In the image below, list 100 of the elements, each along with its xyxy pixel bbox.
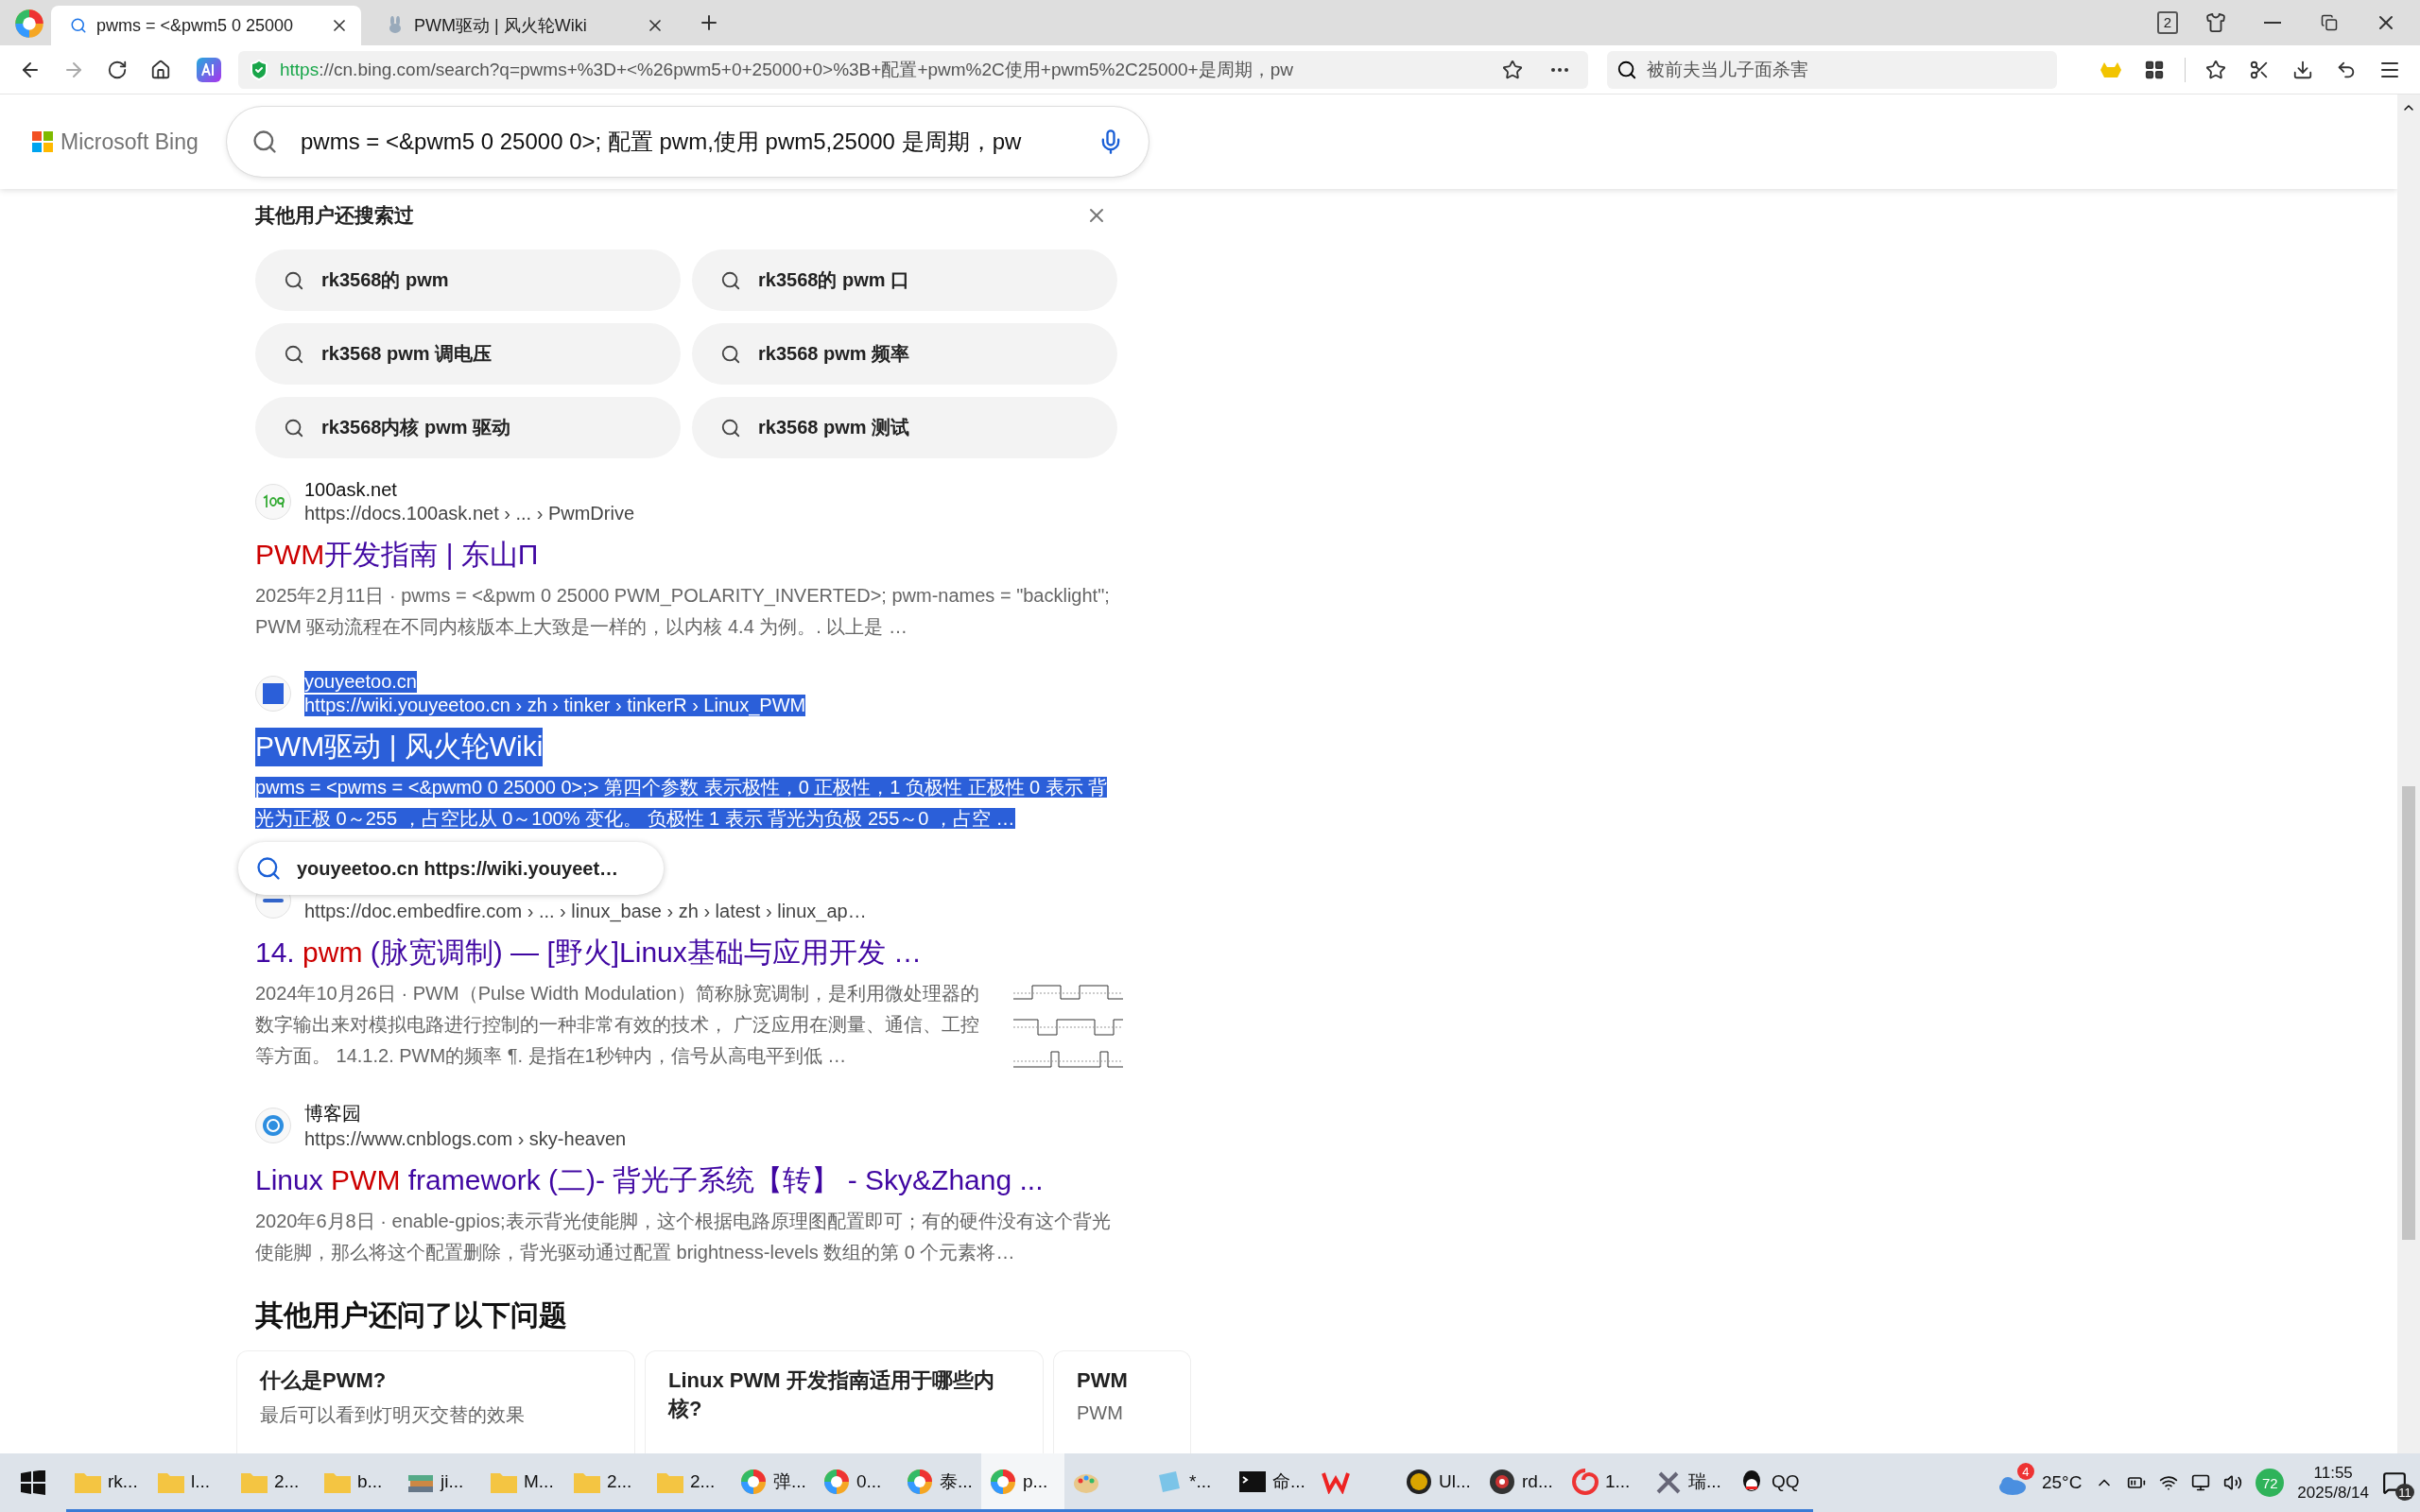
search-tooltip[interactable]: youyeetoo.cn https://wiki.youyeet…	[238, 842, 664, 895]
windows-logo-icon	[32, 131, 53, 152]
editor-icon	[1405, 1467, 1433, 1496]
tab-title: pwms = <&pwm5 0 25000	[96, 15, 295, 36]
taskbar-app[interactable]: 2...	[648, 1453, 732, 1512]
logo-icon	[263, 683, 284, 704]
taskbar-app[interactable]: QQ	[1730, 1453, 1813, 1512]
browser-tab[interactable]: pwms = <&pwm5 0 25000	[51, 6, 361, 45]
download-icon	[2292, 59, 2313, 80]
related-search-chip[interactable]: rk3568的 pwm 口	[692, 249, 1117, 311]
question-text: Linux PWM 开发指南适用于哪些内核?	[668, 1367, 995, 1422]
clock[interactable]: 11:55 2025/8/14	[2297, 1463, 2369, 1503]
tab-count[interactable]: 2	[2156, 11, 2178, 34]
taskbar-app[interactable]: M...	[482, 1453, 565, 1512]
shirt-icon	[2205, 12, 2226, 33]
browser-icon	[989, 1467, 1017, 1496]
logo-icon	[262, 494, 285, 509]
search-input[interactable]: 被前夫当儿子面杀害	[1645, 58, 2048, 81]
tab-title: PWM驱动 | 风火轮Wiki	[414, 15, 588, 37]
ai-icon	[201, 62, 216, 77]
result-url: https://doc.embedfire.com › ... › linux_base › zh › latest › linux_ap…	[304, 901, 867, 922]
section-title: 其他用户还问了以下问题	[255, 1298, 568, 1332]
result-snippet: 2025年2月11日 · pwms = <&pwm 0 25000 PWM_POLARITY_INVERTED>; pwm-names = "backlight"; PWM 驱动流程在不同内核版本上大致是一样的，以内核 4.4 为例。. 以上是 …	[255, 584, 1111, 639]
scissors-icon	[2249, 59, 2270, 80]
result-url: https://wiki.youyeetoo.cn › zh › tinker › tinkerR › Linux_PWM	[304, 695, 806, 716]
site-name: 100ask.net	[304, 479, 397, 501]
taskbar-app[interactable]: 2...	[233, 1453, 316, 1512]
search-icon	[70, 17, 87, 34]
result-snippet: 2020年6月8日 · enable-gpios;表示背光使能脚，这个根据电路原理图配置即可；有的硬件没有这个背光使能脚，那么将这个配置删除，背光驱动通过配置 brightness-levels 数组的第 0 个元素将…	[255, 1210, 1112, 1264]
scrollbar[interactable]	[2397, 94, 2420, 1453]
taskbar-app[interactable]: ji...	[399, 1453, 482, 1512]
search-icon	[720, 269, 741, 291]
taskbar-app[interactable]: 1...	[1564, 1453, 1647, 1512]
answer-text: 最后可以看到灯明灭交替的效果	[260, 1403, 526, 1427]
query-field[interactable]: pwms = <&pwm5 0 25000 0>; 配置 pwm,使用 pwm5,25000 是周期，pw	[227, 107, 1149, 177]
taskbar-app[interactable]: *...	[1148, 1453, 1231, 1512]
site-name: youyeetoo.cn	[304, 671, 417, 693]
wifi-icon	[2159, 1473, 2179, 1492]
browser-icon	[739, 1467, 768, 1496]
logo-icon	[262, 1114, 285, 1137]
scrollbar-thumb[interactable]	[2402, 786, 2415, 1240]
result-title[interactable]: PWM开发指南 | 东山Π	[255, 536, 539, 575]
result-title[interactable]: Linux PWM framework (二)- 背光子系统【转】 - Sky&Zhang ...	[255, 1161, 1044, 1200]
address-bar[interactable]: https://cn.bing.com/search?q=pwms+%3D+<%26pwm5+0+25000+0>%3B+配置+pwm%2C使用+pwm5%2C25000+是周期，pw	[238, 50, 1588, 89]
question-text: 什么是PWM?	[260, 1367, 388, 1394]
result-snippet: 2024年10月26日 · PWM（Pulse Width Modulation）简称脉宽调制，是利用微处理器的数字输出来对模拟电路进行控制的一种非常有效的技术， 广泛应用在测量、通信、工控等方面。 14.1.2. PWM的频率 ¶. 是指在1秒钟内，信号从高电平到低 …	[255, 982, 980, 1068]
monitor-icon	[2191, 1473, 2211, 1492]
windows-icon	[21, 1470, 45, 1495]
weather-badge: 4	[2016, 1463, 2034, 1480]
result-title[interactable]: 14. pwm (脉宽调制) — [野火]Linux基础与应用开发 …	[255, 934, 923, 972]
search-bar[interactable]: 被前夫当儿子面杀害	[1607, 50, 2057, 89]
temperature[interactable]: 25°C	[2041, 1472, 2083, 1493]
result-title[interactable]: PWM驱动 | 风火轮Wiki	[255, 728, 544, 766]
home-icon	[150, 59, 171, 80]
search-icon	[720, 417, 741, 438]
result-url: https://www.cnblogs.com › sky-heaven	[304, 1128, 627, 1150]
related-search-chip[interactable]: rk3568 pwm 频率	[692, 323, 1117, 385]
volume-icon	[2223, 1473, 2243, 1492]
taskbar-app[interactable]: 命...	[1231, 1453, 1314, 1512]
search-icon	[284, 417, 304, 438]
taskbar-app[interactable]: Ul...	[1397, 1453, 1480, 1512]
minimize-icon	[2264, 22, 2281, 24]
ai-button[interactable]	[197, 57, 221, 82]
notification-count: 11	[2395, 1484, 2414, 1501]
taskbar-app[interactable]: 弹...	[732, 1453, 815, 1512]
star-icon	[1502, 59, 1523, 80]
taskbar-app[interactable]: 0...	[815, 1453, 898, 1512]
search-icon	[284, 269, 304, 291]
url-text: https://cn.bing.com/search?q=pwms+%3D+<%26pwm5+0+25000+0>%3B+配置+pwm%2C使用+pwm5%2C25000+是周期，pw	[280, 58, 1294, 81]
disc-icon	[1488, 1467, 1516, 1496]
related-search-chip[interactable]: rk3568内核 pwm 驱动	[255, 397, 681, 458]
browser-logo-icon	[13, 8, 45, 40]
result-url: https://docs.100ask.net › ... › PwmDrive	[304, 503, 634, 524]
taskbar-app[interactable]: l...	[149, 1453, 233, 1512]
search-icon	[284, 343, 304, 365]
related-search-chip[interactable]: rk3568的 pwm	[255, 249, 681, 311]
taskbar-app[interactable]: rd...	[1480, 1453, 1564, 1512]
terminal-icon	[1238, 1469, 1267, 1494]
logo-text: Microsoft Bing	[60, 129, 199, 155]
browser-icon	[822, 1467, 851, 1496]
taskbar-app[interactable]: p...	[981, 1453, 1064, 1512]
restore-icon	[2321, 14, 2338, 31]
taskbar-app[interactable]: rk...	[66, 1453, 149, 1512]
question-text: PWM	[1077, 1367, 1129, 1394]
section-title: 其他用户还搜索过	[255, 203, 414, 228]
taskbar-app[interactable]: 2...	[565, 1453, 648, 1512]
taskbar-app[interactable]: b...	[316, 1453, 399, 1512]
answer-text: PWM	[1077, 1402, 1124, 1424]
grid-icon	[2144, 59, 2165, 80]
search-icon	[255, 855, 282, 882]
taskbar-app[interactable]: 瑞...	[1647, 1453, 1730, 1512]
search-icon	[1616, 59, 1637, 80]
star-icon	[2205, 59, 2226, 80]
related-search-chip[interactable]: rk3568 pwm 测试	[692, 397, 1117, 458]
search-icon	[251, 129, 278, 155]
search-icon	[720, 343, 741, 365]
browser-tab[interactable]: PWM驱动 | 风火轮Wiki	[367, 6, 677, 45]
site-name: 博客园	[304, 1102, 361, 1125]
related-search-chip[interactable]: rk3568 pwm 调电压	[255, 323, 681, 385]
result-snippet: pwms = <pwms = <&pwm0 0 25000 0>;> 第四个参数 表示极性，0 正极性，1 负极性 正极性 0 表示 背光为正极 0～255 ，占空比从 0～100% 变化。 负极性 1 表示 背光为负极 255～0 ，占空 …	[255, 776, 1109, 831]
